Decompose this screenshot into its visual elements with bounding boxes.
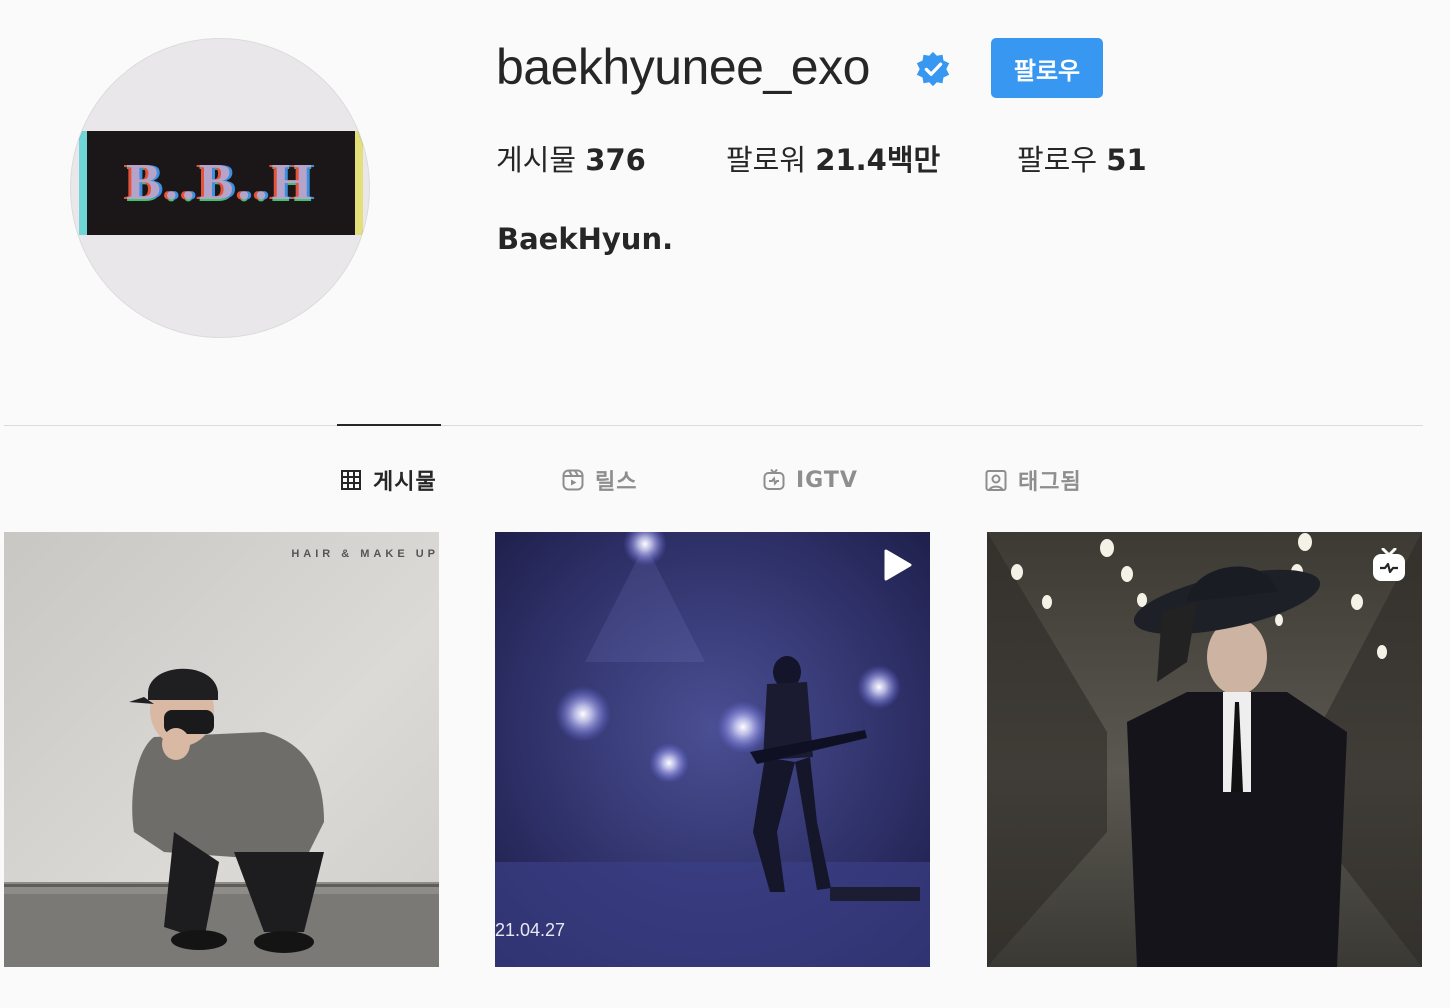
tab-reels[interactable]: 릴스 (561, 462, 637, 498)
post-thumbnail[interactable]: 21.04.27 (495, 532, 930, 967)
play-icon (884, 549, 912, 581)
stat-following-value: 51 (1106, 143, 1147, 177)
tagged-icon (985, 470, 1007, 491)
post-thumbnail[interactable]: HAIR & MAKE UP (4, 532, 439, 967)
wall-sign-text: HAIR & MAKE UP (291, 548, 439, 560)
igtv-icon (763, 468, 785, 490)
post-thumbnail[interactable] (987, 532, 1422, 967)
bio-full-name: BaekHyun. (497, 222, 674, 256)
stat-following-label: 팔로우 (1017, 143, 1098, 177)
profile-avatar[interactable]: B..B..H (70, 38, 370, 338)
reels-icon (562, 469, 584, 491)
verified-badge-icon (916, 51, 950, 87)
tab-igtv-label: IGTV (796, 467, 858, 493)
stat-followers[interactable]: 팔로워 21.4백만 (726, 137, 940, 179)
profile-username: baekhyunee_exo (496, 39, 870, 95)
post-image-crouching-man (4, 532, 439, 967)
tab-tagged-label: 태그됨 (1018, 470, 1082, 495)
avatar-logo-band: B..B..H (79, 131, 363, 235)
stat-posts-label: 게시물 (496, 143, 577, 177)
tab-igtv[interactable]: IGTV (762, 462, 858, 498)
tab-posts[interactable]: 게시물 (339, 462, 437, 498)
profile-page: B..B..H baekhyunee_exo 팔로우 게시물 376 팔로워 2… (0, 0, 1450, 1008)
post-image-man-in-hat-tunnel (987, 532, 1422, 967)
tab-reels-label: 릴스 (595, 470, 638, 495)
post-date-stamp: 21.04.27 (495, 920, 566, 940)
stat-posts: 게시물 376 (496, 137, 646, 179)
avatar-logo-text: B..B..H (126, 154, 316, 211)
stat-posts-value: 376 (585, 143, 646, 177)
grid-icon (341, 470, 361, 490)
igtv-icon (1373, 548, 1405, 581)
stat-followers-value: 21.4백만 (815, 143, 941, 177)
follow-button[interactable]: 팔로우 (991, 38, 1103, 98)
active-tab-indicator (337, 424, 441, 426)
post-image-guitarist-stage (495, 532, 930, 967)
stat-followers-label: 팔로워 (726, 143, 807, 177)
tab-tagged[interactable]: 태그됨 (984, 462, 1082, 498)
tabs-divider (4, 425, 1423, 426)
tab-posts-label: 게시물 (373, 470, 437, 495)
stat-following[interactable]: 팔로우 51 (1017, 137, 1147, 179)
